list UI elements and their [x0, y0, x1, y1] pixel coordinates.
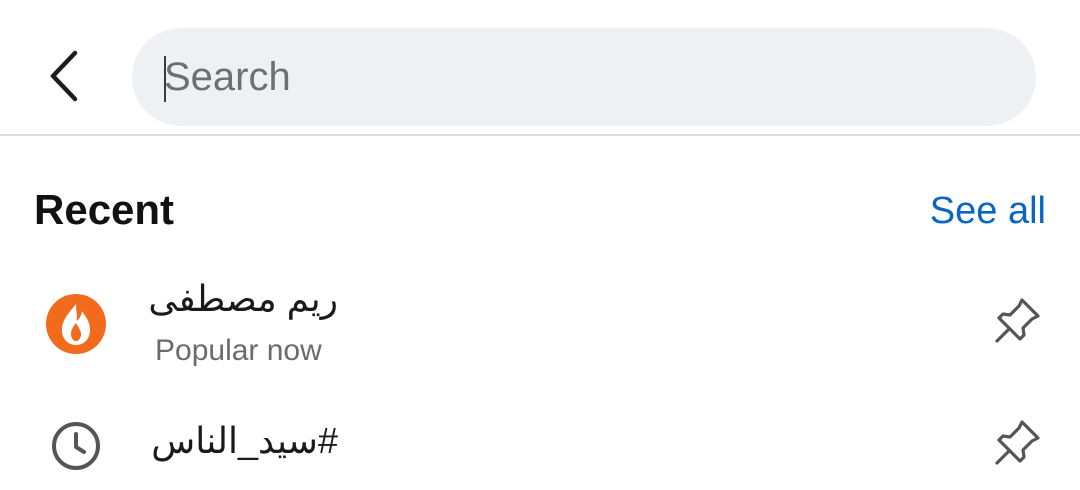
recent-item-title: ريم مصطفى	[148, 278, 338, 319]
recent-item-title: #سيد_الناس	[151, 420, 338, 461]
back-chevron-icon	[47, 49, 81, 108]
pin-icon	[988, 290, 1048, 355]
recent-item-subtitle: Popular now	[155, 334, 322, 367]
recent-item[interactable]: ريم مصطفى Popular now	[0, 270, 1080, 380]
pin-icon	[988, 412, 1048, 477]
history-clock-icon	[40, 410, 112, 482]
back-button[interactable]	[40, 48, 88, 108]
see-all-link[interactable]: See all	[930, 190, 1046, 233]
recent-item[interactable]: #سيد_الناس	[0, 400, 1080, 490]
search-box[interactable]	[132, 28, 1036, 126]
search-screen: Recent See all ريم مصطفى Popular now	[0, 0, 1080, 490]
search-input[interactable]	[164, 28, 984, 126]
pin-button[interactable]	[986, 290, 1050, 354]
pin-button[interactable]	[986, 412, 1050, 476]
text-cursor	[164, 56, 166, 102]
trending-fire-icon	[40, 288, 112, 360]
recent-section-title: Recent	[34, 186, 175, 233]
search-header	[0, 0, 1080, 136]
